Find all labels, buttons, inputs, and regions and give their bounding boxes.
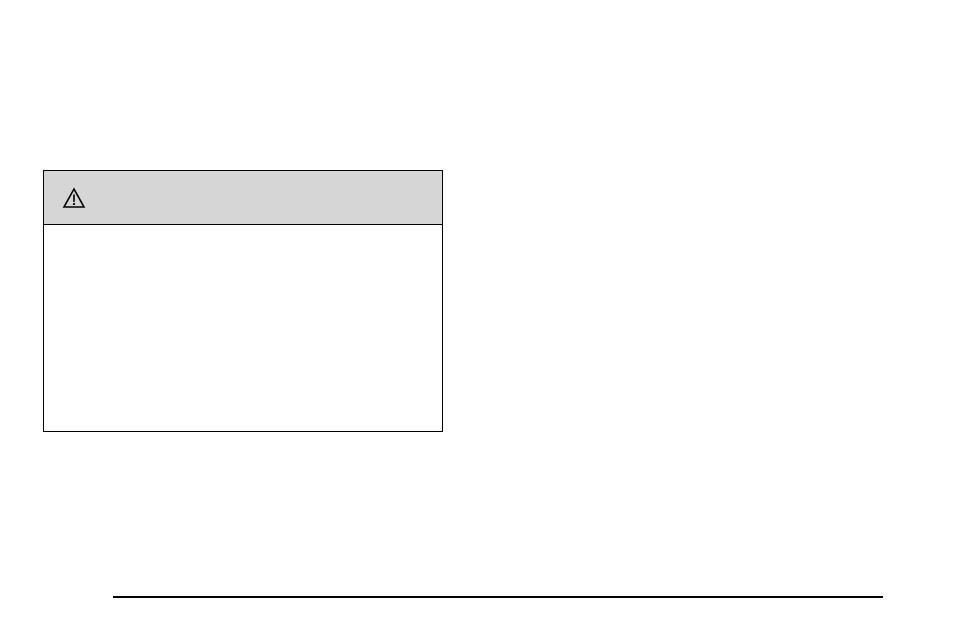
warning-box-body [44,225,442,431]
document-page [0,0,954,636]
warning-box-header [44,171,442,225]
warning-triangle-icon [62,186,86,210]
footer-horizontal-rule [113,596,883,598]
warning-box [43,170,443,432]
